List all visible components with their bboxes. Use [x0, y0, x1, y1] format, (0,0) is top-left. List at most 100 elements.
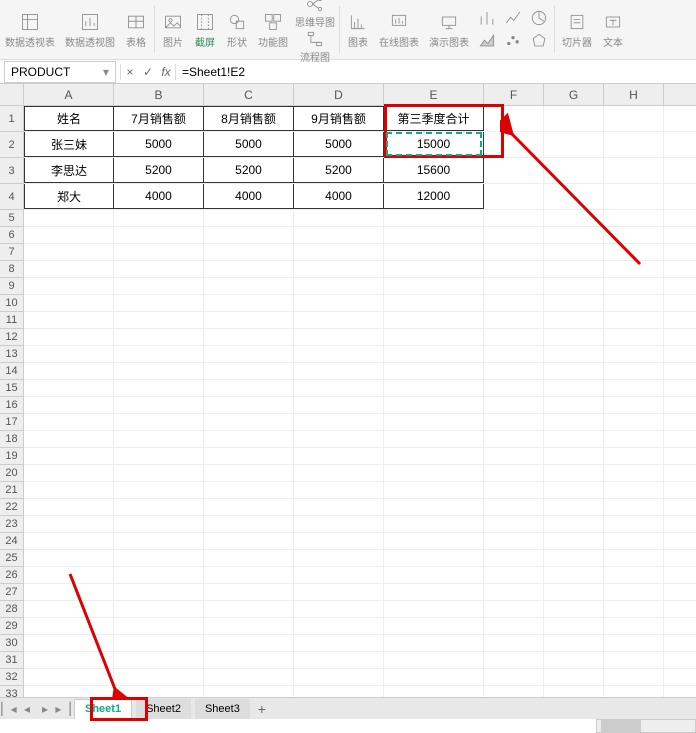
row-header-22[interactable]: 22: [0, 499, 23, 516]
online-chart-button[interactable]: 在线图表: [374, 2, 424, 57]
cell-A3[interactable]: 李思达: [24, 158, 114, 183]
col-header-C[interactable]: C: [204, 84, 294, 106]
row-header-18[interactable]: 18: [0, 431, 23, 448]
cell-A1[interactable]: 姓名: [24, 106, 114, 131]
picture-button[interactable]: 图片: [157, 2, 189, 57]
col-header-A[interactable]: A: [24, 84, 114, 106]
shapes-button[interactable]: 形状: [221, 2, 253, 57]
formula-input[interactable]: =Sheet1!E2: [176, 65, 696, 79]
row-header-3[interactable]: 3: [0, 158, 23, 184]
cell-E4[interactable]: 12000: [384, 184, 484, 209]
row-header-7[interactable]: 7: [0, 244, 23, 261]
column-headers: ABCDEFGH: [24, 84, 696, 106]
cell-A2[interactable]: 张三妹: [24, 132, 114, 157]
cancel-formula-button[interactable]: ×: [121, 65, 139, 79]
cell-C3[interactable]: 5200: [204, 158, 294, 183]
cell-C2[interactable]: 5000: [204, 132, 294, 157]
cell-D1[interactable]: 9月销售额: [294, 106, 384, 131]
horizontal-scrollbar[interactable]: [596, 719, 696, 733]
row-header-26[interactable]: 26: [0, 567, 23, 584]
chart-button[interactable]: 图表: [342, 2, 374, 57]
table-button[interactable]: 表格: [120, 2, 152, 57]
row-header-5[interactable]: 5: [0, 210, 23, 227]
pivot-table-button[interactable]: 数据透视表: [0, 2, 60, 57]
cell-B2[interactable]: 5000: [114, 132, 204, 157]
bar-chart-icon[interactable]: [476, 7, 498, 29]
name-box[interactable]: PRODUCT▾: [4, 61, 116, 83]
col-header-D[interactable]: D: [294, 84, 384, 106]
row-header-28[interactable]: 28: [0, 601, 23, 618]
cell-C1[interactable]: 8月销售额: [204, 106, 294, 131]
line-chart-icon[interactable]: [502, 7, 524, 29]
row-header-10[interactable]: 10: [0, 295, 23, 312]
row-header-24[interactable]: 24: [0, 533, 23, 550]
row-header-9[interactable]: 9: [0, 278, 23, 295]
sheet-tab-sheet1[interactable]: Sheet1: [74, 699, 132, 719]
cell-E3[interactable]: 15600: [384, 158, 484, 183]
col-header-B[interactable]: B: [114, 84, 204, 106]
row-header-13[interactable]: 13: [0, 346, 23, 363]
cell-E1[interactable]: 第三季度合计: [384, 106, 484, 131]
cell-D4[interactable]: 4000: [294, 184, 384, 209]
row-header-31[interactable]: 31: [0, 652, 23, 669]
sheet-tab-sheet3[interactable]: Sheet3: [195, 699, 250, 719]
row-header-15[interactable]: 15: [0, 380, 23, 397]
row-header-17[interactable]: 17: [0, 414, 23, 431]
ribbon-label: 形状: [227, 34, 247, 49]
pie-chart-icon[interactable]: [528, 7, 550, 29]
select-all-corner[interactable]: [0, 84, 24, 106]
row-header-32[interactable]: 32: [0, 669, 23, 686]
row-header-20[interactable]: 20: [0, 465, 23, 482]
add-sheet-button[interactable]: +: [252, 701, 272, 717]
ribbon-label: 文本: [603, 34, 623, 49]
sheet-tab-sheet2[interactable]: Sheet2: [136, 699, 191, 719]
cell-B4[interactable]: 4000: [114, 184, 204, 209]
tab-first-button[interactable]: ▏◂: [0, 702, 18, 716]
row-header-12[interactable]: 12: [0, 329, 23, 346]
cell-B3[interactable]: 5200: [114, 158, 204, 183]
textbox-button[interactable]: 文本: [597, 2, 629, 57]
row-header-14[interactable]: 14: [0, 363, 23, 380]
row-header-2[interactable]: 2: [0, 132, 23, 158]
confirm-formula-button[interactable]: ✓: [139, 65, 157, 79]
col-header-G[interactable]: G: [544, 84, 604, 106]
col-header-E[interactable]: E: [384, 84, 484, 106]
radar-chart-icon[interactable]: [528, 30, 550, 52]
row-header-6[interactable]: 6: [0, 227, 23, 244]
demo-chart-button[interactable]: 演示图表: [424, 2, 474, 57]
cell-C4[interactable]: 4000: [204, 184, 294, 209]
col-header-F[interactable]: F: [484, 84, 544, 106]
row-header-19[interactable]: 19: [0, 448, 23, 465]
smartart-button[interactable]: 功能图: [253, 2, 293, 57]
col-header-H[interactable]: H: [604, 84, 664, 106]
area-chart-icon[interactable]: [476, 30, 498, 52]
row-header-8[interactable]: 8: [0, 261, 23, 278]
row-header-27[interactable]: 27: [0, 584, 23, 601]
screenshot-button[interactable]: 截屏: [189, 2, 221, 57]
row-header-30[interactable]: 30: [0, 635, 23, 652]
row-header-29[interactable]: 29: [0, 618, 23, 635]
row-header-25[interactable]: 25: [0, 550, 23, 567]
tab-last-button[interactable]: ▸▕: [54, 702, 72, 716]
flowchart-button[interactable]: 流程图: [300, 30, 330, 64]
row-header-11[interactable]: 11: [0, 312, 23, 329]
fx-button[interactable]: fx: [157, 65, 175, 79]
tab-prev-button[interactable]: ◂: [18, 702, 36, 716]
row-header-4[interactable]: 4: [0, 184, 23, 210]
row-header-16[interactable]: 16: [0, 397, 23, 414]
row-header-21[interactable]: 21: [0, 482, 23, 499]
pivot-chart-button[interactable]: 数据透视图: [60, 2, 120, 57]
row-header-1[interactable]: 1: [0, 106, 23, 132]
cell-E2[interactable]: 15000: [384, 132, 484, 157]
cell-grid[interactable]: 姓名7月销售额8月销售额9月销售额第三季度合计张三妹50005000500015…: [24, 106, 696, 704]
cell-D2[interactable]: 5000: [294, 132, 384, 157]
cell-B1[interactable]: 7月销售额: [114, 106, 204, 131]
cell-D3[interactable]: 5200: [294, 158, 384, 183]
scatter-chart-icon[interactable]: [502, 30, 524, 52]
mindmap-button[interactable]: 思维导图: [295, 0, 335, 29]
tab-next-button[interactable]: ▸: [36, 702, 54, 716]
smartart-icon: [262, 11, 284, 33]
row-header-23[interactable]: 23: [0, 516, 23, 533]
slicer-button[interactable]: 切片器: [557, 2, 597, 57]
cell-A4[interactable]: 郑大: [24, 184, 114, 209]
